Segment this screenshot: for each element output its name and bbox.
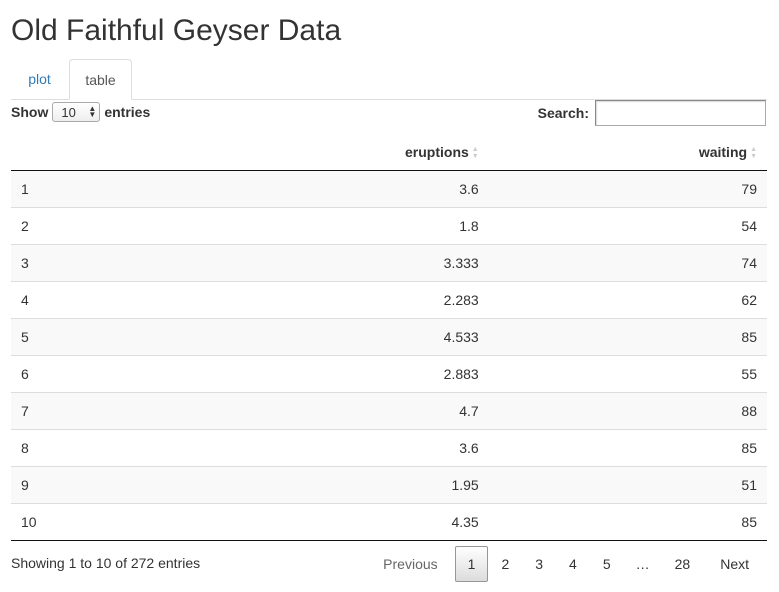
row-index-cell: 8 — [11, 428, 147, 466]
row-index-cell: 1 — [11, 170, 147, 207]
eruptions-cell: 1.95 — [147, 465, 489, 503]
waiting-cell: 51 — [488, 465, 767, 503]
table-row: 3 3.333 74 — [11, 243, 767, 281]
row-index-cell: 6 — [11, 354, 147, 392]
eruptions-cell: 2.883 — [147, 354, 489, 392]
data-table: eruptions ▲ ▼ waiting ▲ ▼ 1 3.6 79 2 1.8 54 … — [11, 134, 767, 541]
column-header-index — [11, 134, 147, 171]
page-title: Old Faithful Geyser Data — [11, 14, 342, 47]
sort-both-icon: ▲ ▼ — [471, 145, 479, 160]
row-index-cell: 10 — [11, 502, 147, 541]
page-button-5[interactable]: 5 — [590, 546, 624, 582]
page-length-value: 10 — [61, 104, 76, 120]
page-button-3[interactable]: 3 — [522, 546, 556, 582]
pagination: Previous 1 2 3 4 5 … 28 Next — [366, 546, 766, 582]
table-body: 1 3.6 79 2 1.8 54 3 3.333 74 4 2.283 62 … — [11, 170, 767, 541]
table-row: 10 4.35 85 — [11, 502, 767, 541]
search-label: Search: — [537, 105, 589, 121]
table-row: 6 2.883 55 — [11, 354, 767, 392]
eruptions-cell: 3.6 — [147, 170, 489, 207]
table-row: 8 3.6 85 — [11, 428, 767, 466]
column-header-label: eruptions — [405, 143, 469, 160]
waiting-cell: 85 — [488, 317, 767, 355]
table-row: 2 1.8 54 — [11, 206, 767, 244]
row-index-cell: 4 — [11, 280, 147, 318]
sort-both-icon: ▲ ▼ — [750, 145, 757, 160]
chevron-up-down-icon: ▲ ▼ — [88, 104, 97, 119]
column-header-label: waiting — [698, 143, 748, 160]
column-header-waiting[interactable]: waiting ▲ ▼ — [488, 134, 767, 171]
waiting-cell: 55 — [488, 354, 767, 392]
tab-table[interactable]: table — [69, 59, 132, 100]
table-row: 5 4.533 85 — [11, 317, 767, 355]
row-index-cell: 5 — [11, 317, 147, 355]
waiting-cell: 54 — [488, 206, 767, 244]
table-row: 1 3.6 79 — [11, 170, 767, 207]
eruptions-cell: 3.6 — [147, 428, 489, 466]
eruptions-cell: 4.35 — [147, 502, 489, 541]
eruptions-cell: 4.7 — [147, 391, 489, 429]
table-row: 9 1.95 51 — [11, 465, 767, 503]
tab-plot[interactable]: plot — [11, 59, 68, 100]
waiting-cell: 62 — [488, 280, 767, 318]
waiting-cell: 85 — [488, 428, 767, 466]
row-index-cell: 2 — [11, 206, 147, 244]
search-input[interactable] — [595, 100, 766, 126]
page-button-4[interactable]: 4 — [556, 546, 590, 582]
page-button-1[interactable]: 1 — [454, 546, 489, 582]
eruptions-cell: 1.8 — [147, 206, 489, 244]
next-page-button[interactable]: Next — [703, 546, 766, 582]
row-index-cell: 9 — [11, 465, 147, 503]
eruptions-cell: 4.533 — [147, 317, 489, 355]
previous-page-button[interactable]: Previous — [366, 546, 454, 582]
waiting-cell: 74 — [488, 243, 767, 281]
column-header-eruptions[interactable]: eruptions ▲ ▼ — [147, 134, 489, 171]
eruptions-cell: 3.333 — [147, 243, 489, 281]
entries-label: entries — [104, 104, 151, 120]
show-label: Show — [11, 104, 49, 120]
waiting-cell: 79 — [488, 170, 767, 207]
page-button-2[interactable]: 2 — [488, 546, 522, 582]
row-index-cell: 3 — [11, 243, 147, 281]
pagination-ellipsis: … — [635, 556, 650, 572]
waiting-cell: 88 — [488, 391, 767, 429]
row-index-cell: 7 — [11, 391, 147, 429]
eruptions-cell: 2.283 — [147, 280, 489, 318]
waiting-cell: 85 — [488, 502, 767, 541]
table-header-row: eruptions ▲ ▼ waiting ▲ ▼ — [11, 134, 767, 171]
page-length-control: Show 10 ▲ ▼ entries — [11, 100, 150, 124]
tab-bar: plot table — [11, 59, 767, 100]
page-button-28[interactable]: 28 — [662, 546, 704, 582]
page-length-select[interactable]: 10 ▲ ▼ — [52, 102, 101, 122]
search-control: Search: — [538, 100, 766, 126]
table-row: 7 4.7 88 — [11, 391, 767, 429]
table-row: 4 2.283 62 — [11, 280, 767, 318]
table-info: Showing 1 to 10 of 272 entries — [11, 555, 201, 571]
